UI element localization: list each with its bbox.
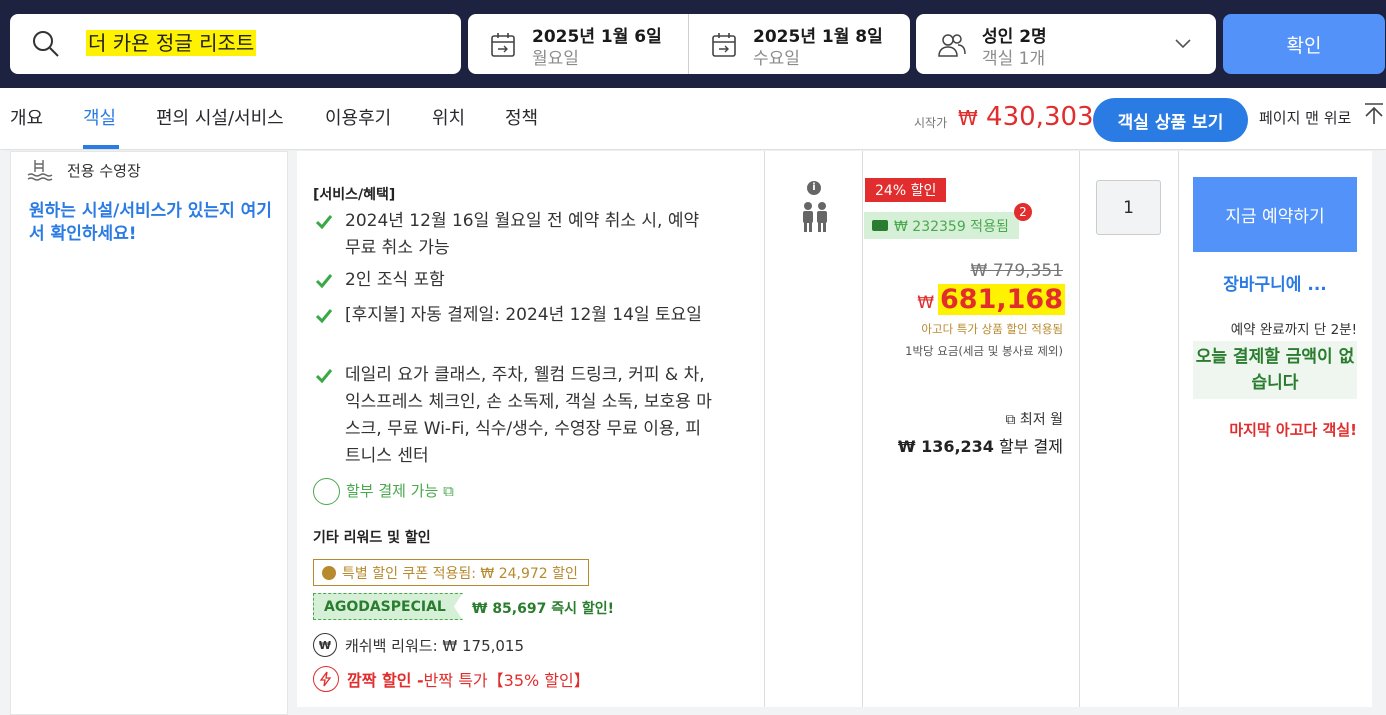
monthly-amount: ₩ 136,234	[897, 437, 994, 456]
tab-facilities[interactable]: 편의 시설/서비스	[156, 104, 284, 130]
check-icon	[315, 309, 333, 324]
benefit-item: 2인 조식 포함	[315, 267, 710, 294]
ticket-icon	[872, 220, 888, 231]
private-pool-label: 전용 수영장	[67, 162, 141, 180]
pay-today-note: 오늘 결제할 금액이 없습니다	[1193, 341, 1357, 399]
starting-price-amount: 430,303	[986, 102, 1094, 132]
original-price: ₩ 779,351	[970, 261, 1063, 281]
starting-price-currency: ₩	[958, 106, 978, 130]
room-count: 객실 1개	[982, 49, 1046, 69]
monthly-payment: ₩ 136,234 할부 결제	[898, 433, 1063, 457]
search-header: 더 카욘 정글 리조트 2025년 1월 6일 월요일 2025년 1월 8일 …	[0, 0, 1386, 88]
benefit-text: 2인 조식 포함	[345, 270, 445, 290]
installment-icon	[313, 478, 340, 505]
final-price-amount: 681,168	[938, 284, 1065, 315]
person-pair-icon	[803, 202, 827, 232]
people-icon	[938, 34, 966, 57]
coupon-badge: 특별 할인 쿠폰 적용됨: ₩ 24,972 할인	[313, 559, 589, 586]
column-divider	[764, 151, 765, 707]
column-divider	[862, 151, 863, 707]
per-night-note: 1박당 요금(세금 및 봉사료 제외)	[905, 344, 1063, 358]
promo-discount: ₩ 85,697 즉시 할인!	[472, 601, 614, 617]
back-to-top-link[interactable]: 페이지 맨 위로	[1259, 107, 1351, 128]
calendar-icon	[712, 33, 736, 57]
installment-link[interactable]: 할부 결제 가능 ⧉	[313, 478, 454, 505]
add-to-cart-link[interactable]: 장바구니에 ...	[1193, 270, 1357, 295]
monthly-suffix: 할부 결제	[993, 437, 1063, 456]
column-divider	[1178, 151, 1179, 707]
benefit-item: [후지불] 자동 결제일: 2024년 12월 14일 토요일	[315, 302, 710, 356]
flash-sale-text: 반짝 특가【35% 할인】	[423, 671, 590, 690]
starting-price: ₩ 430,303	[958, 102, 1094, 132]
last-room-note: 마지막 아고다 객실!	[1229, 421, 1357, 439]
cashback-text: 캐쉬백 리워드: ₩ 175,015	[345, 636, 525, 655]
cashback-icon: ₩	[313, 633, 337, 657]
coupon-applied-badge[interactable]: ₩ 232359 적용됨	[864, 212, 1019, 239]
arrow-up-icon[interactable]	[1363, 102, 1385, 126]
room-offer-row: [서비스/혜택] 2024년 12월 16일 월요일 전 예약 취소 시, 예약…	[297, 151, 1372, 707]
external-link-icon: ⧉	[443, 482, 454, 500]
tab-reviews[interactable]: 이용후기	[325, 104, 391, 130]
final-price: ₩681,168	[917, 284, 1065, 315]
check-icon	[315, 215, 333, 230]
book-now-button[interactable]: 지금 예약하기	[1193, 177, 1357, 252]
benefit-text: [후지불] 자동 결제일: 2024년 12월 14일 토요일	[345, 305, 702, 325]
checkout-date[interactable]: 2025년 1월 8일 수요일	[689, 14, 910, 74]
coupon-icon	[322, 565, 336, 580]
coupon-text: 특별 할인 쿠폰 적용됨: ₩ 24,972 할인	[342, 565, 578, 582]
flash-sale: 깜짝 할인 - 반짝 특가【35% 할인】	[313, 666, 590, 692]
discount-badge: 24% 할인	[865, 178, 947, 202]
cashback-reward: ₩ 캐쉬백 리워드: ₩ 175,015	[313, 633, 524, 657]
info-icon[interactable]: i	[807, 181, 821, 195]
search-icon	[33, 31, 59, 57]
final-price-currency: ₩	[917, 293, 935, 313]
room-quantity-select[interactable]: 1	[1096, 180, 1161, 235]
benefit-item: 데일리 요가 클래스, 주차, 웰컴 드링크, 커피 & 차, 익스프레스 체크…	[315, 362, 712, 472]
search-box[interactable]: 더 카욘 정글 리조트	[10, 14, 461, 74]
check-icon	[315, 369, 333, 384]
checkin-date[interactable]: 2025년 1월 6일 월요일	[468, 14, 688, 74]
coupon-applied-text: ₩ 232359 적용됨	[894, 218, 1009, 235]
lightning-icon	[313, 666, 339, 692]
check-icon	[315, 274, 333, 289]
promo-code-tag: AGODASPECIAL	[313, 593, 463, 620]
date-picker[interactable]: 2025년 1월 6일 월요일 2025년 1월 8일 수요일	[468, 14, 910, 74]
flash-sale-title: 깜짝 할인 -	[347, 671, 424, 690]
tab-rooms[interactable]: 객실	[83, 104, 116, 130]
special-applied-note: 아고다 특가 상품 할인 적용됨	[921, 322, 1063, 336]
coupon-count-badge: 2	[1014, 203, 1032, 221]
benefit-item: 2024년 12월 16일 월요일 전 예약 취소 시, 예약 무료 취소 가능	[315, 208, 710, 262]
other-rewards-title: 기타 리워드 및 할인	[313, 530, 431, 546]
benefit-text: 데일리 요가 클래스, 주차, 웰컴 드링크, 커피 & 차, 익스프레스 체크…	[345, 365, 712, 466]
guest-selector[interactable]: 성인 2명 객실 1개	[916, 14, 1216, 74]
benefit-text: 2024년 12월 16일 월요일 전 예약 취소 시, 예약 무료 취소 가능	[345, 211, 700, 258]
confirm-button[interactable]: 확인	[1223, 14, 1385, 74]
checkout-weekday: 수요일	[753, 49, 800, 69]
room-list-area: 전용 수영장 원하는 시설/서비스가 있는지 여기서 확인하세요! [서비스/혜…	[0, 151, 1386, 715]
section-tabs: 개요 객실 편의 시설/서비스 이용후기 위치 정책 시작가 ₩ 430,303…	[0, 88, 1386, 150]
checkin-weekday: 월요일	[532, 49, 579, 69]
active-tab-indicator	[83, 145, 119, 149]
starting-price-label: 시작가	[914, 116, 948, 130]
search-input[interactable]: 더 카욘 정글 리조트	[86, 30, 257, 56]
benefits-title: [서비스/혜택]	[313, 187, 396, 203]
find-facilities-link[interactable]: 원하는 시설/서비스가 있는지 여기서 확인하세요!	[29, 200, 285, 246]
tab-policy[interactable]: 정책	[505, 104, 538, 130]
room-info-column: 전용 수영장 원하는 시설/서비스가 있는지 여기서 확인하세요!	[10, 151, 288, 715]
tab-location[interactable]: 위치	[432, 104, 465, 130]
chevron-down-icon[interactable]	[1174, 34, 1192, 52]
column-divider	[1079, 151, 1080, 707]
pool-icon	[27, 160, 53, 181]
booking-time-note: 예약 완료까지 단 2분!	[1230, 322, 1357, 338]
external-link-icon: ⧉	[1005, 412, 1016, 428]
calendar-icon	[491, 33, 515, 57]
installment-label: 할부 결제 가능	[346, 482, 439, 500]
lowest-month-text: 최저 월	[1019, 412, 1063, 428]
lowest-monthly-label[interactable]: ⧉ 최저 월	[1005, 409, 1063, 429]
view-rooms-button[interactable]: 객실 상품 보기	[1093, 98, 1248, 142]
tab-overview[interactable]: 개요	[10, 104, 43, 130]
